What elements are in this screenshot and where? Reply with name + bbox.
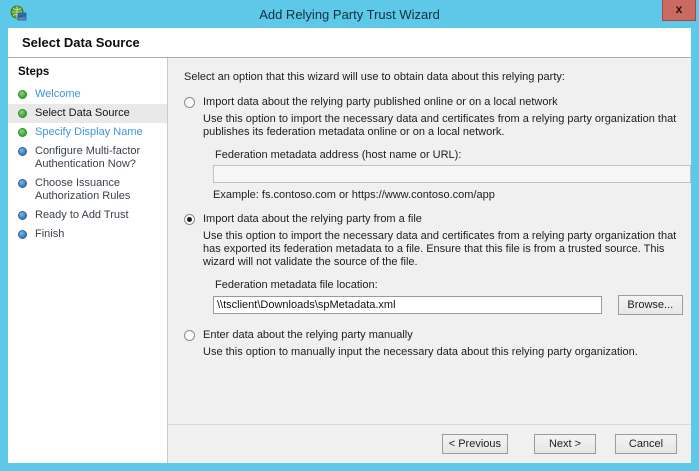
footer-button-bar: < Previous Next > Cancel	[168, 424, 691, 463]
wizard-window: Add Relying Party Trust Wizard x Select …	[0, 0, 699, 471]
sidebar-item-finish: Finish	[8, 225, 167, 244]
step-bullet-icon	[18, 230, 27, 239]
radio-enter-manually-label[interactable]: Enter data about the relying party manua…	[203, 329, 413, 341]
metadata-address-input[interactable]	[213, 165, 691, 183]
step-bullet-icon	[18, 128, 27, 137]
radio-enter-manually[interactable]	[184, 330, 195, 341]
metadata-address-label: Federation metadata address (host name o…	[215, 149, 462, 161]
radio-import-file-label[interactable]: Import data about the relying party from…	[203, 213, 422, 225]
step-bullet-icon	[18, 179, 27, 188]
sidebar-item-select-data-source: Select Data Source	[8, 104, 167, 123]
metadata-file-label: Federation metadata file location:	[215, 279, 378, 291]
metadata-address-example: Example: fs.contoso.com or https://www.c…	[213, 189, 495, 201]
sidebar-item-configure-mfa: Configure Multi-factor Authentication No…	[8, 142, 167, 174]
title-bar: Add Relying Party Trust Wizard x	[0, 0, 699, 28]
option-file-description: Use this option to import the necessary …	[203, 230, 677, 268]
step-label: Select Data Source	[35, 107, 130, 119]
step-bullet-icon	[18, 109, 27, 118]
close-button[interactable]: x	[662, 0, 696, 21]
step-label: Finish	[35, 228, 65, 240]
sidebar-item-welcome[interactable]: Welcome	[8, 85, 167, 104]
step-label: Specify Display Name	[35, 126, 143, 138]
step-bullet-icon	[18, 211, 27, 220]
next-button[interactable]: Next >	[534, 434, 596, 454]
steps-heading: Steps	[18, 66, 50, 78]
page-title: Select Data Source	[8, 28, 691, 57]
option-online-description: Use this option to import the necessary …	[203, 113, 677, 138]
steps-sidebar: Steps Welcome Select Data Source Specify…	[8, 58, 168, 463]
sidebar-item-choose-issuance-rules: Choose Issuance Authorization Rules	[8, 174, 167, 206]
window-title: Add Relying Party Trust Wizard	[259, 6, 440, 22]
step-bullet-icon	[18, 147, 27, 156]
metadata-file-input[interactable]	[213, 296, 602, 314]
previous-button[interactable]: < Previous	[441, 434, 508, 454]
step-label: Choose Issuance Authorization Rules	[35, 177, 131, 202]
cancel-button[interactable]: Cancel	[615, 434, 677, 454]
step-label: Ready to Add Trust	[35, 209, 129, 221]
sidebar-item-ready-to-add-trust: Ready to Add Trust	[8, 206, 167, 225]
step-label: Configure Multi-factor Authentication No…	[35, 145, 141, 170]
dialog-body: Select Data Source Steps Welcome Select …	[8, 28, 691, 463]
radio-import-online[interactable]	[184, 97, 195, 108]
step-label: Welcome	[35, 88, 81, 100]
radio-import-file[interactable]	[184, 214, 195, 225]
option-manual-description: Use this option to manually input the ne…	[203, 346, 638, 358]
app-icon	[10, 5, 27, 22]
main-panel: Select an option that this wizard will u…	[168, 58, 691, 463]
radio-import-online-label[interactable]: Import data about the relying party publ…	[203, 96, 558, 108]
intro-text: Select an option that this wizard will u…	[184, 71, 565, 83]
sidebar-item-specify-display-name[interactable]: Specify Display Name	[8, 123, 167, 142]
step-bullet-icon	[18, 90, 27, 99]
browse-button[interactable]: Browse...	[617, 295, 683, 315]
